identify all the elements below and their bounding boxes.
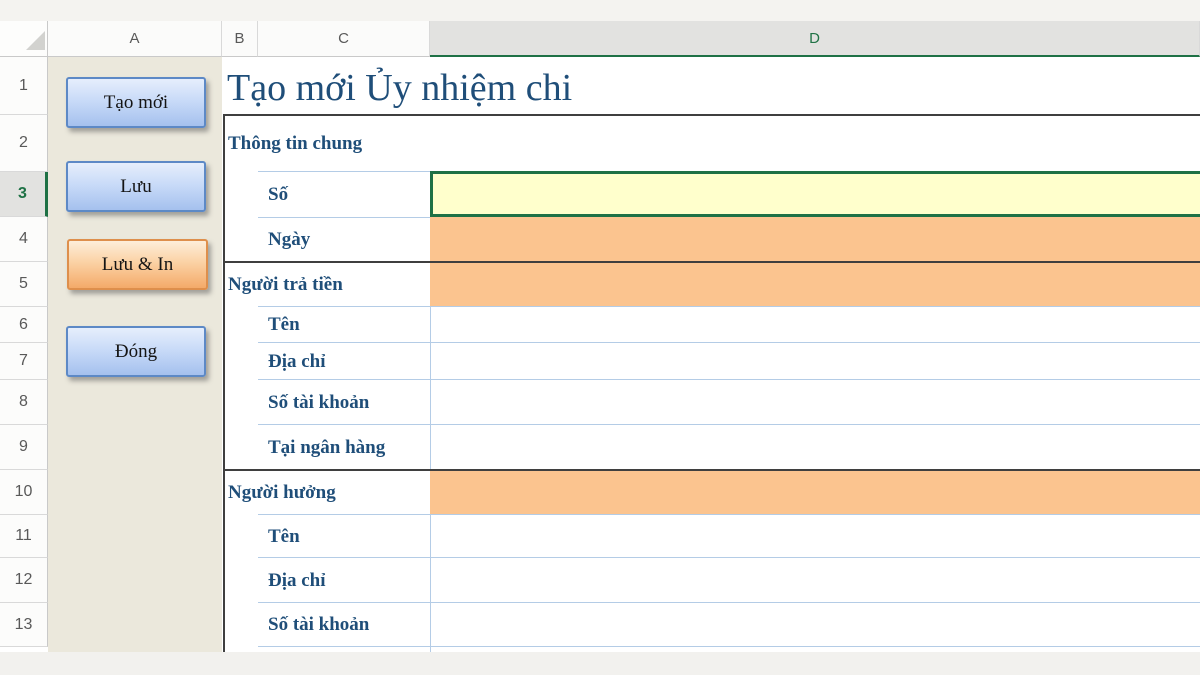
section-header-nguoi-huong: Người hưởng xyxy=(228,480,336,506)
cell-D13-so-tai-khoan-input[interactable] xyxy=(430,603,1200,647)
field-label-tai-ngan-hang: Tại ngân hàng xyxy=(268,435,385,461)
top-margin-strip xyxy=(0,0,1200,21)
page-title: Tạo mới Ủy nhiệm chi xyxy=(227,64,572,112)
row-header-8[interactable]: 8 xyxy=(0,380,48,425)
column-header-D-selected[interactable]: D xyxy=(430,21,1200,57)
cell-D8-so-tai-khoan-input[interactable] xyxy=(430,380,1200,425)
field-label-so: Số xyxy=(268,182,288,208)
cell-D12-dia-chi-input[interactable] xyxy=(430,558,1200,603)
row-header-12[interactable]: 12 xyxy=(0,558,48,603)
row-header-9[interactable]: 9 xyxy=(0,425,48,470)
row-separator xyxy=(258,171,430,172)
row-header-1[interactable]: 1 xyxy=(0,57,48,115)
field-label-so-tai-khoan-2: Số tài khoản xyxy=(268,612,369,638)
column-separator xyxy=(430,515,431,652)
column-header-B[interactable]: B xyxy=(222,21,258,57)
close-button[interactable]: Đóng xyxy=(66,326,206,377)
row-header-7[interactable]: 7 xyxy=(0,343,48,380)
column-header-A[interactable]: A xyxy=(48,21,222,57)
save-button[interactable]: Lưu xyxy=(66,161,206,212)
section-header-nguoi-tra-tien: Người trả tiền xyxy=(228,272,343,298)
field-label-ngay: Ngày xyxy=(268,227,310,253)
row-separator xyxy=(258,424,1200,425)
row-separator xyxy=(258,217,430,218)
field-label-ten-2: Tên xyxy=(268,524,300,550)
column-separator xyxy=(430,307,431,470)
field-label-ten-1: Tên xyxy=(268,312,300,338)
field-label-dia-chi-1: Địa chỉ xyxy=(268,349,326,375)
column-header-C[interactable]: C xyxy=(258,21,430,57)
row-header-3-selected[interactable]: 3 xyxy=(0,172,48,217)
field-label-so-tai-khoan-1: Số tài khoản xyxy=(268,390,369,416)
create-new-button[interactable]: Tạo mới xyxy=(66,77,206,128)
cell-D9-tai-ngan-hang-input[interactable] xyxy=(430,425,1200,470)
cell-D10-nguoi-huong-input[interactable] xyxy=(430,471,1200,515)
row-separator xyxy=(258,379,1200,380)
row-separator xyxy=(258,306,1200,307)
form-border-top xyxy=(223,114,1200,116)
row-separator xyxy=(258,602,1200,603)
field-label-dia-chi-2: Địa chỉ xyxy=(268,568,326,594)
row-header-2[interactable]: 2 xyxy=(0,115,48,172)
row-header-5[interactable]: 5 xyxy=(0,262,48,307)
form-border-left xyxy=(223,114,225,652)
row-separator xyxy=(258,514,1200,515)
cell-D7-dia-chi-input[interactable] xyxy=(430,343,1200,380)
cell-D6-ten-input[interactable] xyxy=(430,307,1200,343)
cell-D11-ten-input[interactable] xyxy=(430,515,1200,558)
row-header-6[interactable]: 6 xyxy=(0,307,48,343)
save-and-print-button[interactable]: Lưu & In xyxy=(67,239,208,290)
row-header-10[interactable]: 10 xyxy=(0,470,48,515)
spreadsheet-window: A B C D 1 2 3 4 5 6 7 8 9 10 11 12 13 Tạ… xyxy=(0,0,1200,675)
row-header-13[interactable]: 13 xyxy=(0,603,48,647)
row-header-11[interactable]: 11 xyxy=(0,515,48,558)
row-header-4[interactable]: 4 xyxy=(0,217,48,262)
cell-D4-ngay-input[interactable] xyxy=(430,217,1200,262)
section-divider-2 xyxy=(223,469,1200,471)
cell-D3-selected-so-input[interactable] xyxy=(430,171,1200,217)
row-separator xyxy=(258,342,1200,343)
section-header-thong-tin-chung: Thông tin chung xyxy=(228,131,362,157)
cell-D5-nguoi-tra-tien-input[interactable] xyxy=(430,262,1200,307)
select-all-icon xyxy=(26,31,45,50)
section-divider-1 xyxy=(223,261,1200,263)
row-separator xyxy=(258,557,1200,558)
bottom-margin-strip xyxy=(0,652,1200,675)
row-separator xyxy=(258,646,1200,647)
